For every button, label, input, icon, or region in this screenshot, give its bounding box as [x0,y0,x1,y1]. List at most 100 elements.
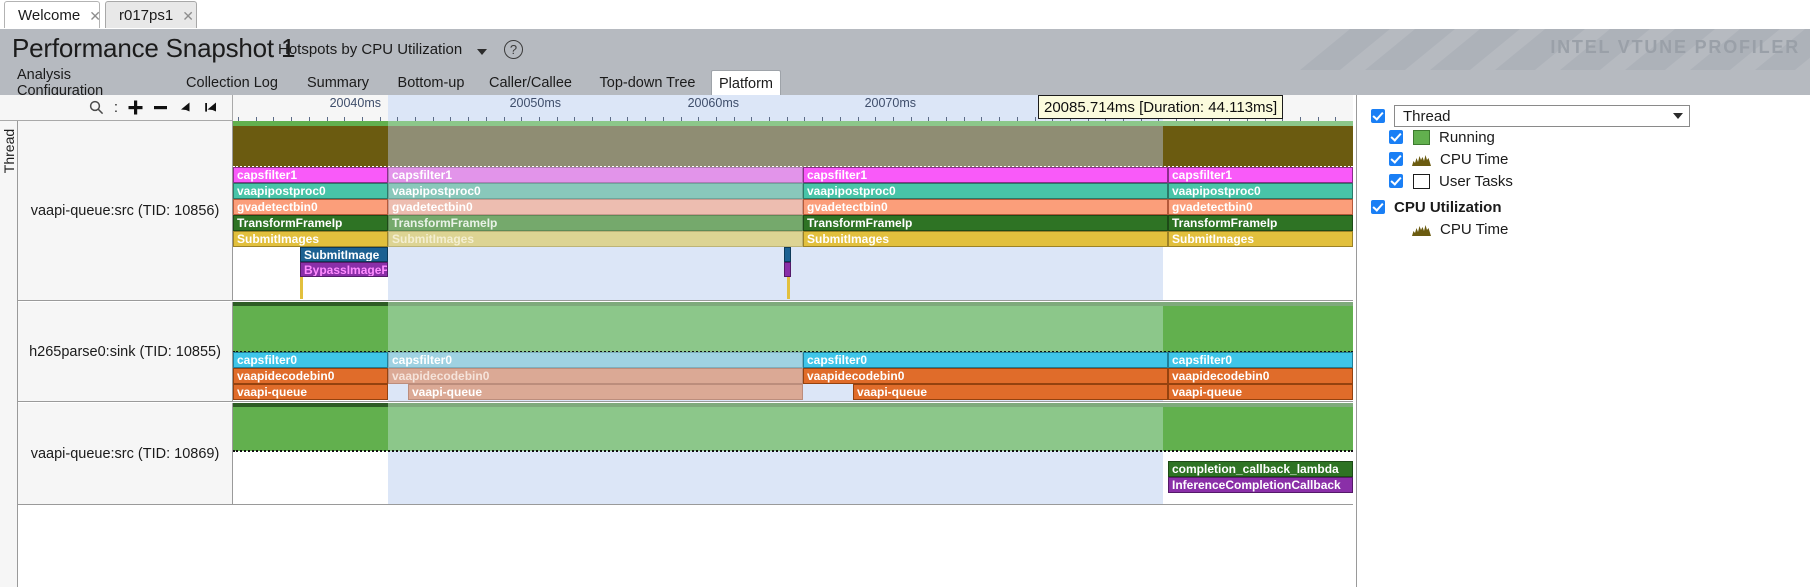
chevron-down-icon[interactable] [477,49,487,55]
task-bar[interactable]: TransformFrameIp [233,215,388,231]
task-bar[interactable]: TransformFrameIp [388,215,803,231]
thread-row[interactable]: h265parse0:sink (TID: 10855)capsfilter0c… [18,302,1353,402]
checkbox-thread[interactable] [1371,109,1385,123]
task-bar[interactable]: gvadetectbin0 [803,199,1168,215]
task-bar[interactable]: vaapipostproc0 [233,183,388,199]
legend-row-cpu-time[interactable]: CPU Time [1389,218,1508,240]
task-bar[interactable]: vaapidecodebin0 [1168,368,1353,384]
task-bar[interactable]: SubmitImage [300,247,388,262]
analysis-nav-tabs: Analysis Configuration Collection Log Su… [0,70,1810,95]
checkbox-cpu-utilization[interactable] [1371,200,1385,214]
task-bar[interactable]: TransformFrameIp [1168,215,1353,231]
tab-collection-log[interactable]: Collection Log [176,70,288,95]
task-bar-label: SubmitImage [301,249,379,261]
undo-zoom-icon[interactable] [173,95,198,120]
task-bar[interactable]: gvadetectbin0 [1168,199,1353,215]
checkbox-user-tasks[interactable] [1389,174,1403,188]
viewpoint-selector-label[interactable]: Hotspots by CPU Utilization [278,41,462,58]
cpu-utilization-band [1163,126,1353,167]
thread-name-label: vaapi-queue:src (TID: 10856) [18,121,233,300]
window-tab-r017ps1[interactable]: r017ps1 ✕ [105,1,197,29]
task-bar[interactable]: vaapidecodebin0 [388,368,803,384]
task-bar-label: SubmitImages [234,233,319,245]
task-bar-label: capsfilter0 [389,354,452,366]
thread-group-select-value: Thread [1403,108,1451,125]
thread-track[interactable]: capsfilter0capsfilter0capsfilter0capsfil… [233,302,1353,401]
task-bar[interactable]: completion_callback_lambda [1168,461,1353,477]
task-bar[interactable]: capsfilter0 [388,352,803,368]
checkbox-running[interactable] [1389,130,1403,144]
task-bar[interactable]: capsfilter0 [803,352,1168,368]
task-bar[interactable]: SubmitImages [1168,231,1353,247]
close-icon[interactable]: ✕ [89,9,101,23]
task-bar[interactable]: vaapidecodebin0 [803,368,1168,384]
ruler-tick-label: 20040ms [330,96,383,110]
task-bar[interactable]: BypassImagePro [300,262,388,277]
task-bar[interactable]: vaapipostproc0 [803,183,1168,199]
colon-glyph: : [114,99,118,116]
task-bar[interactable]: gvadetectbin0 [233,199,388,215]
task-bar[interactable]: vaapi-queue [853,384,1168,400]
zoom-in-icon[interactable] [123,95,148,120]
thread-row[interactable]: vaapi-queue:src (TID: 10856)capsfilter1c… [18,121,1353,301]
task-bar[interactable]: vaapipostproc0 [1168,183,1353,199]
task-bar[interactable]: capsfilter1 [233,167,388,183]
task-bar[interactable]: capsfilter1 [803,167,1168,183]
tab-caller-callee[interactable]: Caller/Callee [478,70,583,95]
legend-row-cpu-time[interactable]: CPU Time [1389,148,1508,170]
task-bar[interactable]: TransformFrameIp [803,215,1168,231]
window-tab-label: r017ps1 [119,7,173,24]
task-bar[interactable]: gvadetectbin0 [388,199,803,215]
task-bar[interactable]: SubmitImages [233,231,388,247]
task-bar[interactable]: vaapi-queue [233,384,388,400]
zoom-out-icon[interactable] [148,95,173,120]
thread-row[interactable]: vaapi-queue:src (TID: 10869)completion_c… [18,403,1353,505]
cpu-time-mountain-icon [1412,223,1431,236]
task-bar[interactable]: InferenceCompletionCallback [1168,477,1353,493]
legend-row-user-tasks[interactable]: User Tasks [1389,170,1513,192]
tab-analysis-configuration[interactable]: Analysis Configuration [8,70,166,95]
task-bar-label: completion_callback_lambda [1169,463,1339,475]
task-bar-label: capsfilter1 [234,169,297,181]
task-bar-label: vaapipostproc0 [234,185,326,197]
reset-zoom-icon[interactable] [198,95,223,120]
cpu-utilization-band [1163,306,1353,352]
task-bar-label: capsfilter0 [1169,354,1232,366]
checkbox-cpu-time[interactable] [1389,152,1403,166]
task-bar[interactable] [784,262,791,277]
window-tab-strip: Welcome ✕ r017ps1 ✕ [0,0,1810,29]
legend-row-thread[interactable]: Thread [1371,105,1690,127]
task-bar[interactable] [787,277,790,299]
task-bar[interactable]: capsfilter1 [388,167,803,183]
zoom-magnifier-icon[interactable] [84,95,109,120]
tab-summary[interactable]: Summary [298,70,378,95]
thread-track[interactable]: completion_callback_lambda InferenceCompl… [233,403,1353,504]
task-bar-label: vaapipostproc0 [1169,185,1261,197]
cpu-utilization-band [388,306,1163,352]
tab-bottom-up[interactable]: Bottom-up [385,70,477,95]
task-bar[interactable] [784,247,791,262]
thread-group-select[interactable]: Thread [1394,105,1690,127]
cpu-utilization-band [388,126,1163,167]
timeline-tooltip: 20085.714ms [Duration: 44.113ms] [1038,95,1283,119]
legend-row-running[interactable]: Running [1389,126,1495,148]
chevron-down-icon[interactable] [1673,113,1683,119]
task-bar-label: vaapi-queue [854,386,927,398]
legend-row-cpu-utilization[interactable]: CPU Utilization [1371,196,1502,218]
tab-platform[interactable]: Platform [711,70,781,96]
tab-top-down-tree[interactable]: Top-down Tree [588,70,707,95]
task-bar[interactable]: vaapi-queue [408,384,803,400]
task-bar[interactable]: capsfilter1 [1168,167,1353,183]
task-bar[interactable]: vaapidecodebin0 [233,368,388,384]
task-bar[interactable]: capsfilter0 [1168,352,1353,368]
task-bar[interactable]: vaapi-queue [1168,384,1353,400]
task-bar[interactable]: vaapipostproc0 [388,183,803,199]
task-bar[interactable]: SubmitImages [803,231,1168,247]
window-tab-welcome[interactable]: Welcome ✕ [4,1,100,29]
help-icon[interactable]: ? [504,40,523,59]
task-bar[interactable]: capsfilter0 [233,352,388,368]
close-icon[interactable]: ✕ [182,9,194,23]
task-bar[interactable] [300,277,303,299]
thread-track[interactable]: capsfilter1capsfilter1capsfilter1capsfil… [233,121,1353,300]
task-bar[interactable]: SubmitImages [388,231,803,247]
